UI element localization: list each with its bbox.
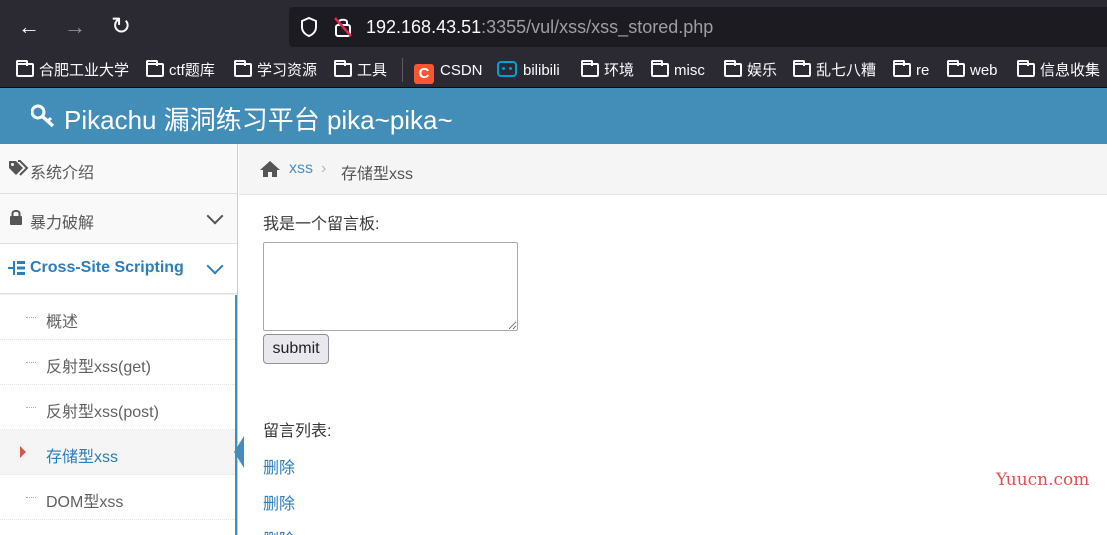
active-pointer: [234, 436, 244, 468]
folder-icon: [234, 60, 252, 77]
lock-icon: [10, 209, 22, 225]
chevron-down-icon: [206, 207, 224, 225]
folder-icon: [334, 60, 352, 77]
key-icon: [31, 104, 55, 128]
breadcrumb: xss › 存储型xss: [239, 144, 1107, 195]
submenu-item-label: 概述: [46, 314, 79, 331]
submenu-item-reflected-post[interactable]: 反射型xss(post): [0, 385, 235, 430]
submenu-item-label: 存储型xss: [46, 449, 119, 466]
bookmark-folder[interactable]: re: [893, 60, 929, 82]
folder-icon: [1017, 60, 1035, 77]
delete-link[interactable]: 删除: [263, 490, 295, 514]
submenu-item-label: 反射型xss(get): [46, 359, 151, 376]
submenu-item-label: 反射型xss(post): [46, 404, 159, 421]
breadcrumb-separator: ›: [321, 160, 327, 177]
folder-icon: [581, 60, 599, 77]
chevron-down-icon: [206, 257, 224, 275]
xss-submenu: 概述 反射型xss(get) 反射型xss(post) 存储型xss DOM型x…: [0, 295, 244, 535]
submit-button[interactable]: submit: [263, 334, 329, 364]
sidebar-item-label: 系统介绍: [30, 165, 95, 182]
breadcrumb-current: 存储型xss: [341, 166, 414, 183]
tree-dot: [26, 407, 36, 408]
csdn-icon: C: [414, 64, 434, 84]
sidebar-item-label: 暴力破解: [30, 215, 95, 232]
bookmark-folder[interactable]: misc: [651, 60, 705, 82]
caret-right-icon: [20, 446, 26, 458]
submenu-item-reflected-get[interactable]: 反射型xss(get): [0, 340, 235, 385]
bookmark-folder[interactable]: 环境: [581, 60, 634, 82]
message-board-label: 我是一个留言板:: [263, 216, 380, 233]
bookmark-folder[interactable]: 学习资源: [234, 60, 317, 82]
folder-icon: [651, 60, 669, 77]
insecure-lock-icon[interactable]: [333, 16, 353, 38]
folder-icon: [893, 60, 911, 77]
bilibili-icon: [497, 61, 517, 77]
delete-link[interactable]: 删除: [263, 454, 295, 478]
tree-dot: [26, 317, 36, 318]
sidebar-item-label: Cross-Site Scripting: [30, 259, 184, 276]
bookmark-folder[interactable]: 乱七八糟: [793, 60, 876, 82]
sitemap-icon: [8, 261, 25, 275]
bookmark-folder[interactable]: 信息收集: [1017, 60, 1100, 82]
bookmark-folder[interactable]: 工具: [334, 60, 387, 82]
tags-icon: [9, 160, 29, 176]
watermark: Yuucn.com: [996, 470, 1090, 490]
bookmark-folder[interactable]: ctf题库: [146, 60, 215, 82]
home-icon[interactable]: [259, 160, 281, 178]
bookmark-folder[interactable]: 娱乐: [724, 60, 777, 82]
breadcrumb-link-xss[interactable]: xss: [289, 160, 313, 178]
folder-icon: [793, 60, 811, 77]
bookmarks-bar: 合肥工业大学 ctf题库 学习资源 工具 C CSDN bilibili 环境 m…: [0, 54, 1107, 88]
sidebar-item-intro[interactable]: 系统介绍: [0, 144, 237, 194]
sidebar-item-bruteforce[interactable]: 暴力破解: [0, 194, 237, 244]
bookmark-folder[interactable]: web: [947, 60, 998, 82]
sidebar-item-xss[interactable]: Cross-Site Scripting: [0, 244, 237, 294]
submenu-item-overview[interactable]: 概述: [0, 295, 235, 340]
reload-icon[interactable]: ↻: [106, 12, 136, 42]
shield-icon[interactable]: [299, 16, 319, 38]
folder-icon: [146, 60, 164, 77]
forward-arrow-icon[interactable]: →: [60, 12, 90, 42]
site-title[interactable]: Pikachu 漏洞练习平台 pika~pika~: [64, 100, 453, 137]
tree-dot: [26, 362, 36, 363]
url-text[interactable]: 192.168.43.51:3355/vul/xss/xss_stored.ph…: [366, 17, 713, 38]
bookmark-bilibili[interactable]: bilibili: [497, 60, 560, 82]
back-arrow-icon[interactable]: ←: [14, 12, 44, 42]
bookmark-csdn[interactable]: C CSDN: [414, 60, 483, 84]
submenu-item-dom[interactable]: DOM型xss: [0, 475, 235, 520]
address-bar[interactable]: 192.168.43.51:3355/vul/xss/xss_stored.ph…: [289, 7, 1107, 47]
message-textarea[interactable]: [263, 242, 518, 331]
tree-dot: [26, 497, 36, 498]
folder-icon: [947, 60, 965, 77]
delete-link[interactable]: 删除: [263, 526, 295, 535]
submenu-item-label: DOM型xss: [46, 494, 124, 511]
bookmarks-separator: [402, 58, 403, 82]
message-list-label: 留言列表:: [263, 423, 332, 440]
submenu-item-stored[interactable]: 存储型xss: [0, 430, 244, 475]
bookmark-folder[interactable]: 合肥工业大学: [16, 60, 129, 82]
folder-icon: [16, 60, 34, 77]
folder-icon: [724, 60, 742, 77]
browser-toolbar: ← → ↻ 192.168.43.51:3355/vul/xss/xss_sto…: [0, 0, 1107, 54]
